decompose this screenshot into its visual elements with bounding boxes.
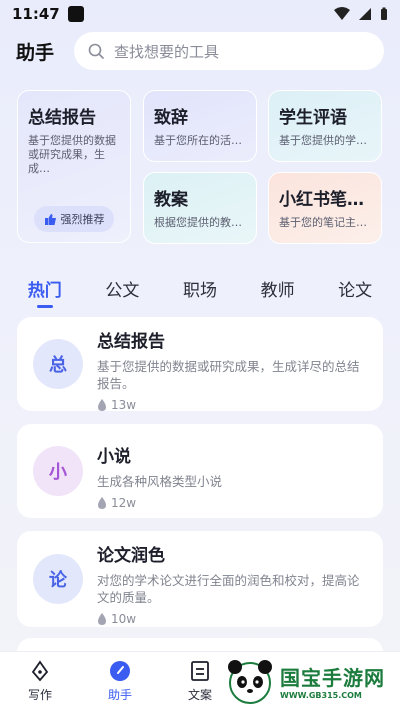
tab-official-docs[interactable]: 公文 <box>84 268 162 308</box>
card-desc: 基于您的笔记主题… <box>279 216 371 229</box>
list-item[interactable]: 总 总结报告 基于您提供的数据或研究成果，生成详尽的总结报告。 13w <box>17 317 383 412</box>
flame-icon <box>98 497 106 509</box>
flame-icon <box>98 399 106 411</box>
list-item[interactable]: 论 论文润色 对您的学术论文进行全面的润色和校对，提高论文的质量。 10w <box>17 531 383 627</box>
featured-card-speech[interactable]: 致辞 基于您所在的活动… <box>143 90 257 162</box>
card-title: 学生评语 <box>279 108 347 128</box>
tab-teacher[interactable]: 教师 <box>239 268 317 308</box>
featured-card-xiaohongshu[interactable]: 小红书笔… 基于您的笔记主题… <box>268 172 382 244</box>
watermark-title: 国宝手游网 <box>280 666 385 690</box>
signal-icon <box>359 8 371 20</box>
list-item[interactable]: 小 小说 生成各种风格类型小说 12w <box>17 424 383 518</box>
status-icons <box>334 7 388 21</box>
document-icon <box>191 661 209 681</box>
usage-count: 13w <box>97 398 369 412</box>
item-desc: 基于您提供的数据或研究成果，生成详尽的总结报告。 <box>97 359 360 391</box>
avatar: 总 <box>33 339 83 389</box>
recommend-label: 强烈推荐 <box>60 213 105 226</box>
featured-card-student-comments[interactable]: 学生评语 基于您提供的学生… <box>268 90 382 162</box>
item-title: 小说 <box>97 447 131 467</box>
item-title: 论文润色 <box>97 546 165 566</box>
card-desc: 基于您提供的数据或研究成果，生成… <box>28 134 116 175</box>
card-title: 总结报告 <box>28 108 96 128</box>
usage-count: 10w <box>97 612 369 626</box>
card-desc: 基于您提供的学生… <box>279 134 371 147</box>
compass-icon <box>110 661 130 681</box>
card-desc: 根据您提供的教训… <box>154 216 246 229</box>
search-icon <box>88 43 104 59</box>
item-desc: 生成各种风格类型小说 <box>97 474 223 489</box>
notification-icon <box>67 6 84 22</box>
recommend-badge[interactable]: 强烈推荐 <box>34 206 114 232</box>
status-bar: 11:47 <box>0 0 400 28</box>
watermark-url: WWW.GB315.COM <box>280 691 362 700</box>
page-title: 助手 <box>16 41 55 64</box>
card-desc: 基于您所在的活动… <box>154 134 246 147</box>
card-title: 教案 <box>154 190 188 210</box>
nav-label: 写作 <box>27 688 52 702</box>
watermark: 国宝手游网 WWW.GB315.COM <box>224 655 394 707</box>
card-title: 小红书笔… <box>279 190 364 210</box>
card-title: 致辞 <box>154 108 188 128</box>
tab-workplace[interactable]: 职场 <box>161 268 239 308</box>
category-tabs: 热门 公文 职场 教师 论文 <box>0 268 400 308</box>
search-input[interactable]: 查找想要的工具 <box>74 32 384 70</box>
wifi-icon <box>334 7 350 20</box>
flame-icon <box>98 613 106 625</box>
nav-label: 助手 <box>107 688 132 702</box>
tab-hot[interactable]: 热门 <box>6 268 84 308</box>
avatar: 小 <box>33 446 83 496</box>
item-desc: 对您的学术论文进行全面的润色和校对，提高论文的质量。 <box>97 573 360 605</box>
usage-count: 12w <box>97 496 369 510</box>
nav-assistant[interactable]: 助手 <box>80 652 160 711</box>
header: 助手 查找想要的工具 <box>0 30 400 72</box>
nav-writing[interactable]: 写作 <box>0 652 80 711</box>
pen-nib-icon <box>31 660 49 682</box>
usage-count-value: 12w <box>111 496 137 510</box>
search-placeholder: 查找想要的工具 <box>114 42 220 61</box>
status-time: 11:47 <box>12 5 60 23</box>
battery-icon <box>381 7 387 20</box>
item-title: 总结报告 <box>97 332 165 352</box>
nav-label: 文案 <box>187 688 212 702</box>
thumbs-up-icon <box>44 213 56 225</box>
tab-papers[interactable]: 论文 <box>316 268 394 308</box>
avatar: 论 <box>33 554 83 604</box>
featured-card-summary[interactable]: 总结报告 基于您提供的数据或研究成果，生成… 强烈推荐 <box>17 90 131 243</box>
usage-count-value: 13w <box>111 398 137 412</box>
usage-count-value: 10w <box>111 612 137 626</box>
featured-card-lesson-plan[interactable]: 教案 根据您提供的教训… <box>143 172 257 244</box>
panda-logo-icon <box>228 660 272 704</box>
